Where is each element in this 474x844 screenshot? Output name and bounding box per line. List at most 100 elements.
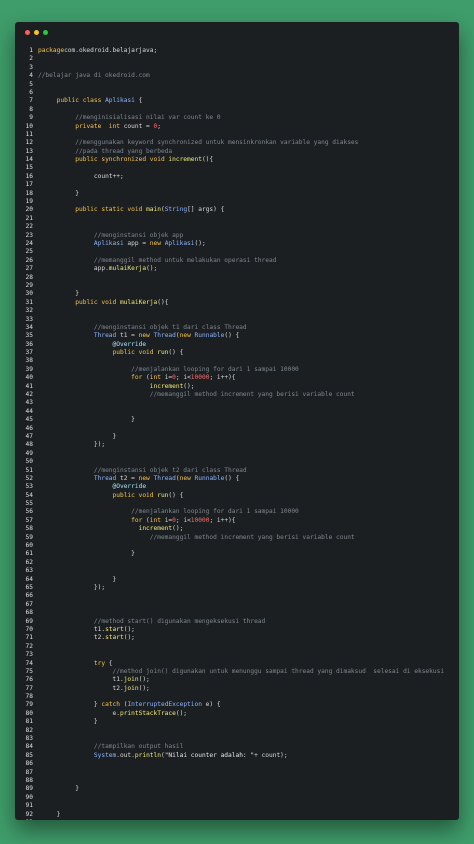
line-number: 7 — [29, 97, 33, 105]
code-token: //memanggil method increment yang berisi… — [149, 391, 355, 399]
line-number: 43 — [25, 399, 33, 407]
code-line: 24 Aplikasi app = new Aplikasi(); — [21, 240, 457, 248]
line-number: 55 — [25, 500, 33, 508]
line-number: 73 — [25, 651, 33, 659]
code-token: try — [93, 659, 106, 667]
code-line: 33 — [21, 316, 457, 324]
line-number: 26 — [25, 256, 33, 264]
code-token: } — [131, 550, 135, 558]
code-token: app = — [123, 239, 150, 247]
code-token: Runnable — [194, 474, 225, 482]
code-line: 51 //menginstansi objek t2 dari class Th… — [21, 467, 457, 475]
line-number: 35 — [25, 332, 33, 340]
line-number: 44 — [25, 407, 33, 415]
code-token: //belajar java di okedroid.com — [38, 72, 150, 80]
code-token: for — [131, 516, 143, 524]
line-number: 85 — [25, 751, 33, 759]
code-editor: 1 packagecom.okedroid.belajarjava; 2 3 4//be… — [21, 47, 457, 820]
code-line: 93 — [21, 819, 457, 820]
code-line: 26 //memanggil method untuk melakukan op… — [21, 257, 457, 265]
code-token: public void — [112, 349, 154, 357]
code-token: mulaiKerja — [119, 298, 158, 306]
code-token: Thread — [153, 332, 176, 340]
code-token: System — [93, 751, 117, 759]
code-token: (); — [183, 382, 195, 390]
code-token: .out. — [116, 751, 135, 759]
code-line: 65 }); — [21, 584, 457, 592]
code-token: private int — [75, 122, 120, 130]
code-line: 9 //menginisialisasi nilai var count ke … — [21, 114, 457, 122]
code-token: //memanggil method increment yang berisi… — [149, 533, 355, 541]
code-token: app. — [93, 265, 109, 273]
line-number: 74 — [25, 659, 33, 667]
line-number: 61 — [25, 550, 33, 558]
line-number: 8 — [29, 105, 33, 113]
code-line: 39 //menjalankan looping for dari 1 samp… — [21, 366, 457, 374]
code-token: com.okedroid.belajarjava; — [64, 47, 158, 54]
line-number: 72 — [25, 642, 33, 650]
code-token: InterruptedException — [127, 701, 202, 709]
code-token: t2. — [93, 634, 106, 642]
code-line: 75 //method join() digunakan untuk menun… — [21, 668, 457, 676]
code-line: 63 — [21, 567, 457, 575]
line-number: 46 — [25, 424, 33, 432]
code-token: @Override — [112, 483, 147, 491]
code-line: 74 try { — [21, 660, 457, 668]
line-number: 92 — [25, 810, 33, 818]
code-line: 30 } — [21, 290, 457, 298]
code-token: public class — [56, 97, 102, 105]
code-token: Thread — [93, 332, 117, 340]
code-token: new — [138, 474, 150, 482]
code-token: package — [38, 47, 65, 54]
code-token: (); — [138, 684, 150, 692]
code-line: 21 — [21, 215, 457, 223]
line-number: 27 — [25, 265, 33, 273]
code-token: (); — [194, 239, 206, 247]
maximize-dot-icon — [43, 30, 48, 35]
code-token: //method join() digunakan untuk menunggu… — [112, 667, 445, 675]
line-number: 30 — [25, 290, 33, 298]
line-number: 62 — [25, 558, 33, 566]
line-number: 36 — [25, 340, 33, 348]
line-number: 45 — [25, 416, 33, 424]
code-token: } — [131, 416, 135, 424]
code-line: 5 — [21, 81, 457, 89]
code-token: start — [105, 634, 124, 642]
code-token: catch — [101, 701, 120, 709]
line-number: 51 — [25, 466, 33, 474]
code-line: 84 //tampilkan output hasil — [21, 743, 457, 751]
code-token: } — [75, 785, 79, 793]
code-line: 18 } — [21, 190, 457, 198]
code-line: 31 public void mulaiKerja(){ — [21, 299, 457, 307]
code-token: //pada thread yang berbeda — [75, 147, 173, 155]
code-token: Runnable — [194, 332, 225, 340]
code-token: (); — [172, 525, 184, 533]
line-number: 17 — [25, 181, 33, 189]
code-line: 16 count++; — [21, 173, 457, 181]
code-token: //menjalankan looping for dari 1 sampai … — [131, 365, 299, 373]
line-number: 24 — [25, 239, 33, 247]
line-number: 6 — [29, 88, 33, 96]
code-line: 6 — [21, 89, 457, 97]
code-line: 78 — [21, 693, 457, 701]
code-line: 59 //memanggil method increment yang ber… — [21, 534, 457, 542]
code-line: 79 } catch (InterruptedException e) { — [21, 701, 457, 709]
code-line: 77 t2.join(); — [21, 685, 457, 693]
line-number: 68 — [25, 609, 33, 617]
line-number: 23 — [25, 231, 33, 239]
code-line: 4 //belajar java di okedroid.com — [21, 72, 457, 80]
code-window: 1 packagecom.okedroid.belajarjava; 2 3 4//be… — [15, 22, 459, 820]
code-token: new — [179, 332, 191, 340]
code-line: 14 public synchronized void increment(){ — [21, 156, 457, 164]
line-number: 42 — [25, 391, 33, 399]
code-line: 58 increment(); — [21, 525, 457, 533]
line-number: 48 — [25, 441, 33, 449]
